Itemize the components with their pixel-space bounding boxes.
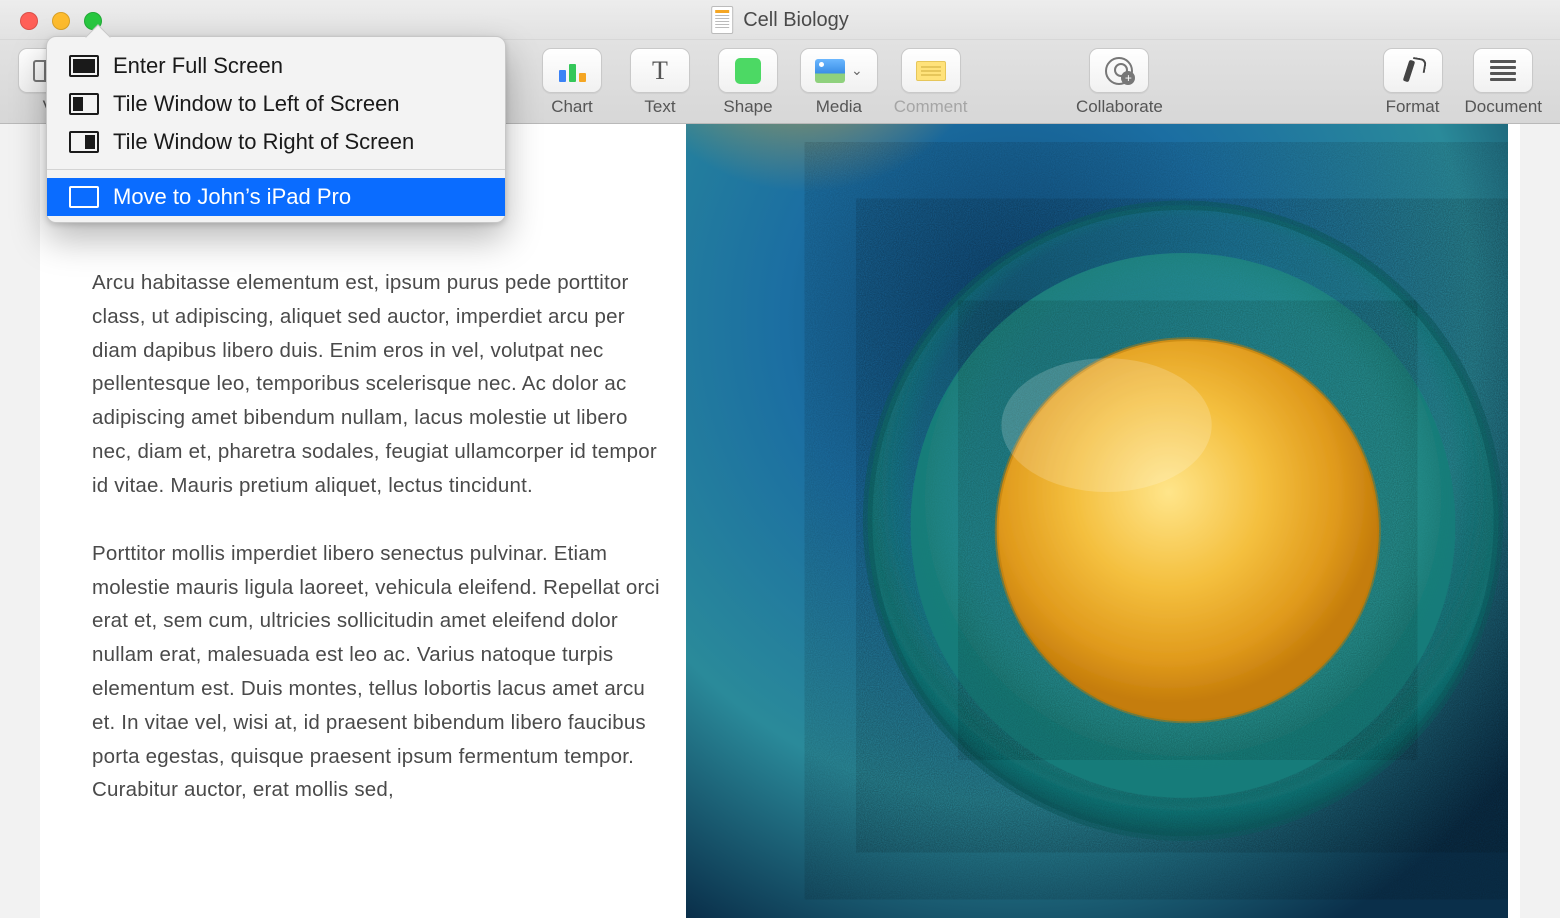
window-title: Cell Biology [743,9,849,32]
toolbar-item-format[interactable]: Format [1377,48,1449,117]
shape-icon [735,58,761,84]
document-icon [711,6,733,34]
text-icon: T [652,58,668,84]
toolbar-label-shape: Shape [723,97,772,117]
document-paragraph[interactable]: Arcu habitasse elementum est, ipsum puru… [92,266,662,503]
document-body: Arcu habitasse elementum est, ipsum puru… [40,124,1520,918]
menu-item-label: Move to John’s iPad Pro [113,184,351,210]
document-canvas: Arcu habitasse elementum est, ipsum puru… [40,124,1520,918]
document-paragraph[interactable]: Porttitor mollis imperdiet libero senect… [92,537,662,808]
toolbar-label-collaborate: Collaborate [1076,97,1163,117]
toolbar-item-document[interactable]: Document [1465,48,1542,117]
menu-item-label: Enter Full Screen [113,53,283,79]
window-title-group: Cell Biology [711,6,849,34]
menu-item-label: Tile Window to Right of Screen [113,129,414,155]
toolbar-item-text[interactable]: T Text [624,48,696,117]
format-icon [1400,58,1426,84]
close-window-button[interactable] [20,12,38,30]
toolbar-center-group: Chart T Text Shape ⌄ Media Comment Colla… [536,48,1179,117]
toolbar-item-shape[interactable]: Shape [712,48,784,117]
chevron-down-icon: ⌄ [851,62,863,79]
sidecar-move-icon [69,186,99,208]
toolbar-item-chart[interactable]: Chart [536,48,608,117]
toolbar-right-group: Format Document [1377,48,1542,117]
traffic-lights [20,12,102,30]
menu-separator [47,169,505,170]
toolbar-item-media[interactable]: ⌄ Media [800,48,878,117]
menu-item-enter-full-screen[interactable]: Enter Full Screen [47,47,505,85]
toolbar-label-text: Text [644,97,675,117]
toolbar-item-comment[interactable]: Comment [894,48,968,117]
window-titlebar: Cell Biology [0,0,1560,40]
toolbar-label-comment: Comment [894,97,968,117]
menu-item-move-to-ipad[interactable]: Move to John’s iPad Pro [47,178,505,216]
media-icon: ⌄ [815,59,863,83]
collaborate-icon [1105,57,1133,85]
document-panel-icon [1490,60,1516,81]
comment-icon [916,61,946,81]
fullscreen-icon [69,55,99,77]
tile-right-icon [69,131,99,153]
toolbar-label-format: Format [1386,97,1440,117]
green-button-menu: Enter Full Screen Tile Window to Left of… [46,36,506,223]
minimize-window-button[interactable] [52,12,70,30]
toolbar-item-collaborate[interactable]: Collaborate [1059,48,1179,117]
toolbar-label-chart: Chart [551,97,593,117]
chart-icon [559,60,586,82]
cell-illustration [686,124,1508,918]
document-text-column[interactable]: Arcu habitasse elementum est, ipsum puru… [92,266,662,876]
toolbar-label-media: Media [816,97,862,117]
toolbar-label-document: Document [1465,97,1542,117]
menu-item-tile-left[interactable]: Tile Window to Left of Screen [47,85,505,123]
menu-item-tile-right[interactable]: Tile Window to Right of Screen [47,123,505,161]
tile-left-icon [69,93,99,115]
menu-item-label: Tile Window to Left of Screen [113,91,400,117]
document-image[interactable] [686,166,1468,876]
